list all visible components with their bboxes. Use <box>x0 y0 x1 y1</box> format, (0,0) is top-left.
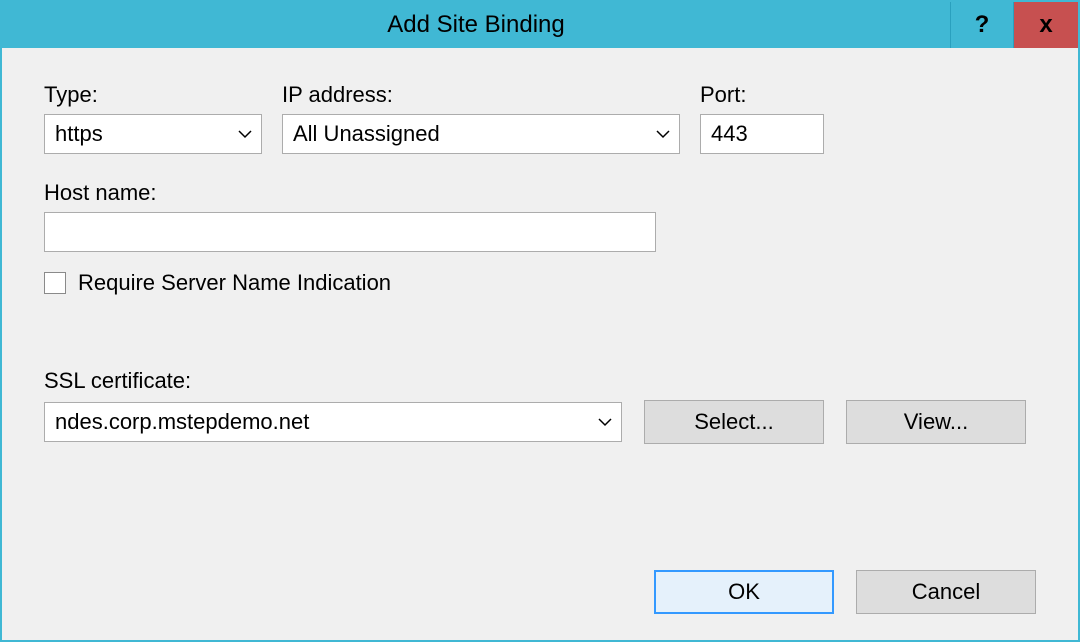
host-label: Host name: <box>44 180 1036 206</box>
type-select[interactable]: https <box>44 114 262 154</box>
chevron-down-icon <box>593 417 617 427</box>
dialog-title: Add Site Binding <box>2 11 950 39</box>
type-label: Type: <box>44 82 262 108</box>
sni-checkbox[interactable] <box>44 272 66 294</box>
ok-label: OK <box>728 579 760 605</box>
ssl-field-group: SSL certificate: ndes.corp.mstepdemo.net… <box>44 368 1036 444</box>
port-label: Port: <box>700 82 824 108</box>
host-input[interactable] <box>44 212 656 252</box>
port-field-group: Port: 443 <box>700 82 824 154</box>
port-input[interactable]: 443 <box>700 114 824 154</box>
chevron-down-icon <box>651 129 675 139</box>
ssl-controls: ndes.corp.mstepdemo.net Select... View..… <box>44 400 1036 444</box>
help-icon: ? <box>975 11 990 39</box>
ip-select[interactable]: All Unassigned <box>282 114 680 154</box>
type-value: https <box>55 121 233 147</box>
sni-row: Require Server Name Indication <box>44 270 1036 296</box>
ip-field-group: IP address: All Unassigned <box>282 82 680 154</box>
ssl-select-label: Select... <box>694 409 773 435</box>
help-button[interactable]: ? <box>950 2 1014 48</box>
dialog-window: Add Site Binding ? x Type: https <box>0 0 1080 642</box>
ssl-view-button[interactable]: View... <box>846 400 1026 444</box>
close-button[interactable]: x <box>1014 2 1078 48</box>
title-bar: Add Site Binding ? x <box>2 2 1078 48</box>
row-type-ip-port: Type: https IP address: All Unassigned <box>44 82 1036 154</box>
port-value: 443 <box>711 121 748 147</box>
ssl-certificate-select[interactable]: ndes.corp.mstepdemo.net <box>44 402 622 442</box>
ssl-select-button[interactable]: Select... <box>644 400 824 444</box>
type-field-group: Type: https <box>44 82 262 154</box>
ssl-label: SSL certificate: <box>44 368 1036 394</box>
host-field-group: Host name: <box>44 180 1036 252</box>
ip-label: IP address: <box>282 82 680 108</box>
ssl-certificate-value: ndes.corp.mstepdemo.net <box>55 409 593 435</box>
titlebar-buttons: ? x <box>950 2 1078 48</box>
spacer <box>44 444 1036 512</box>
chevron-down-icon <box>233 129 257 139</box>
dialog-footer: OK Cancel <box>44 570 1036 614</box>
close-icon: x <box>1039 11 1052 39</box>
ssl-view-label: View... <box>904 409 968 435</box>
cancel-label: Cancel <box>912 579 980 605</box>
ip-value: All Unassigned <box>293 121 651 147</box>
sni-label: Require Server Name Indication <box>78 270 391 296</box>
cancel-button[interactable]: Cancel <box>856 570 1036 614</box>
ok-button[interactable]: OK <box>654 570 834 614</box>
dialog-content: Type: https IP address: All Unassigned <box>2 48 1078 640</box>
